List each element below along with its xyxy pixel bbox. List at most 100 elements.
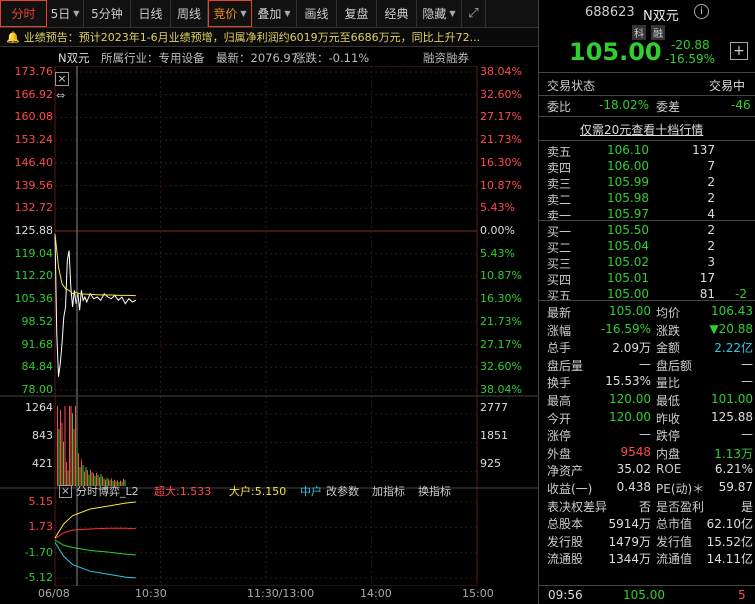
price-tick: 78.00 [21, 383, 54, 396]
tab-6[interactable]: 竞价 ▼ [208, 0, 252, 27]
stat-row: 总股本 5914万 总市值 62.10亿 [539, 514, 755, 532]
plus-icon[interactable]: + [730, 42, 748, 60]
pct-tick: 21.73% [480, 314, 522, 328]
tab-11[interactable]: 隐藏 ▼ [417, 0, 462, 27]
pct-tick: 38.04% [480, 383, 522, 396]
stat-label: 净资产 [547, 464, 584, 479]
stat-value: -16.59% [600, 321, 651, 336]
pct-tick: 38.04% [480, 65, 522, 78]
stat-value: — [639, 427, 651, 442]
stat-label: 发行股 [547, 534, 584, 549]
ask-volume: 7 [707, 159, 715, 173]
close-indicator-icon[interactable]: × [59, 485, 72, 498]
switch-indicator-button[interactable]: 换指标 [418, 486, 451, 498]
ask-price: 105.99 [607, 175, 649, 189]
ratio-label: 委比 [547, 100, 572, 114]
tab-7[interactable]: 叠加 ▼ [252, 0, 297, 27]
stat-value: 9548 [620, 444, 651, 459]
indicator-tick: -1.70 [24, 545, 53, 559]
bid-price: 105.01 [607, 271, 649, 285]
tab-label: 隐藏 [422, 7, 447, 21]
price-tick: 112.20 [14, 269, 54, 283]
tab-10[interactable]: 经典 [377, 0, 417, 27]
stat-value: 2.09万 [612, 341, 651, 356]
info-icon[interactable]: i [694, 4, 709, 19]
price-change-pct: -16.59% [665, 52, 716, 66]
tab-label: 经典 [384, 7, 409, 21]
volume-bar [85, 467, 87, 486]
stat-label: 金额 [656, 341, 681, 356]
volume-bar [79, 467, 81, 486]
tab-1[interactable]: 分时 [0, 0, 47, 27]
pct-tick: 10.87% [480, 269, 522, 283]
tab-3[interactable]: 5分钟 [84, 0, 131, 27]
stat-value: 否 [638, 499, 651, 514]
trade-status-row: 交易状态 交易中 [539, 76, 755, 94]
price-line [54, 233, 137, 377]
stat-label: 均价 [656, 306, 681, 320]
tab-8[interactable]: 画线 [297, 0, 337, 27]
volume-tick-right: 925 [480, 457, 501, 470]
pct-tick: 27.17% [480, 110, 522, 124]
stat-row: 涨停 — 跌停 — [539, 426, 755, 444]
chart-industry[interactable]: 所属行业：专用设备 [101, 50, 205, 66]
chart-canvas [0, 65, 538, 587]
stat-label: 换手 [547, 376, 572, 391]
resize-handle-icon[interactable]: ⇔ [56, 90, 65, 102]
volume-bar [57, 406, 58, 486]
ratio-value: -18.02% [599, 98, 650, 112]
stat-value: 0.438 [616, 480, 651, 494]
level2-promo-link[interactable]: 仅需20元查看十档行情 [580, 121, 703, 138]
tab-5[interactable]: 周线 [171, 0, 208, 27]
volume-tick-right: 2777 [480, 401, 508, 414]
pct-tick: 10.87% [480, 178, 522, 192]
bid-price: 105.50 [607, 223, 649, 237]
tab-9[interactable]: 复盘 [337, 0, 377, 27]
volume-bar [63, 441, 64, 486]
edit-params-button[interactable]: 改参数 [326, 486, 359, 498]
expand-icon[interactable]: ⤢ [462, 0, 486, 27]
bid-change: -2 [735, 287, 747, 301]
diff-value: -46 [731, 98, 751, 112]
last-trade-time: 09:56 [548, 588, 583, 602]
stat-row: 净资产 35.02 ROE 6.21% [539, 461, 755, 479]
stat-value: 125.88 [711, 409, 753, 424]
stat-value: 62.10亿 [706, 517, 753, 532]
stat-label: 最新 [547, 306, 572, 320]
stat-label: 总手 [547, 341, 572, 356]
volume-bar [64, 406, 66, 486]
tab-label: 画线 [304, 7, 329, 21]
price-tick: 160.08 [14, 110, 54, 124]
volume-bar [75, 406, 76, 486]
indicator-line-1 [54, 501, 136, 539]
last-trade-bar: 09:56 105.00 5 [538, 585, 755, 604]
stat-row: 盘后量 — 盘后额 — [539, 356, 755, 374]
earnings-banner[interactable]: 🔔 业绩预告：预计2023年1-6月业绩预增，归属净利润约6019万元至6686… [0, 28, 538, 47]
tab-2[interactable]: 5日 ▼ [47, 0, 84, 27]
tab-4[interactable]: 日线 [131, 0, 171, 27]
indicator-line-3 [54, 542, 136, 579]
stock-code: 688623 [585, 5, 635, 20]
margin-trading-toggle[interactable]: 融资融券 [423, 50, 469, 66]
time-tick: 15:00 [462, 587, 494, 600]
banner-text: 业绩预告：预计2023年1-6月业绩预增，归属净利润约6019万元至6686万元… [23, 31, 481, 44]
price-row: 105.00 -20.88 -16.59% + [539, 38, 755, 68]
bid-level-5[interactable]: 买五 105.00 81 -2 [539, 286, 755, 304]
stat-label: 涨幅 [547, 323, 572, 338]
volume-tick-right: 1851 [480, 429, 508, 442]
stat-value: 35.02 [616, 462, 651, 477]
volume-bar [96, 472, 97, 486]
add-indicator-button[interactable]: 加指标 [372, 486, 405, 498]
stat-label: 总股本 [547, 517, 584, 532]
tab-label: 叠加 [257, 7, 282, 21]
intraday-chart[interactable]: 173.76 38.04% 166.92 32.60% 160.08 27.17% 153.… [0, 65, 538, 600]
level2-promo[interactable]: 仅需20元查看十档行情 [539, 120, 755, 138]
tab-label: 分时 [11, 7, 36, 21]
current-price: 105.00 [569, 38, 662, 66]
stat-row: 最高 120.00 最低 101.00 [539, 391, 755, 409]
close-icon[interactable]: × [55, 72, 69, 86]
price-tick: 125.88 [14, 224, 54, 237]
stat-label: 量比 [656, 376, 681, 391]
price-tick: 91.68 [21, 337, 54, 351]
volume-bar [73, 429, 75, 486]
